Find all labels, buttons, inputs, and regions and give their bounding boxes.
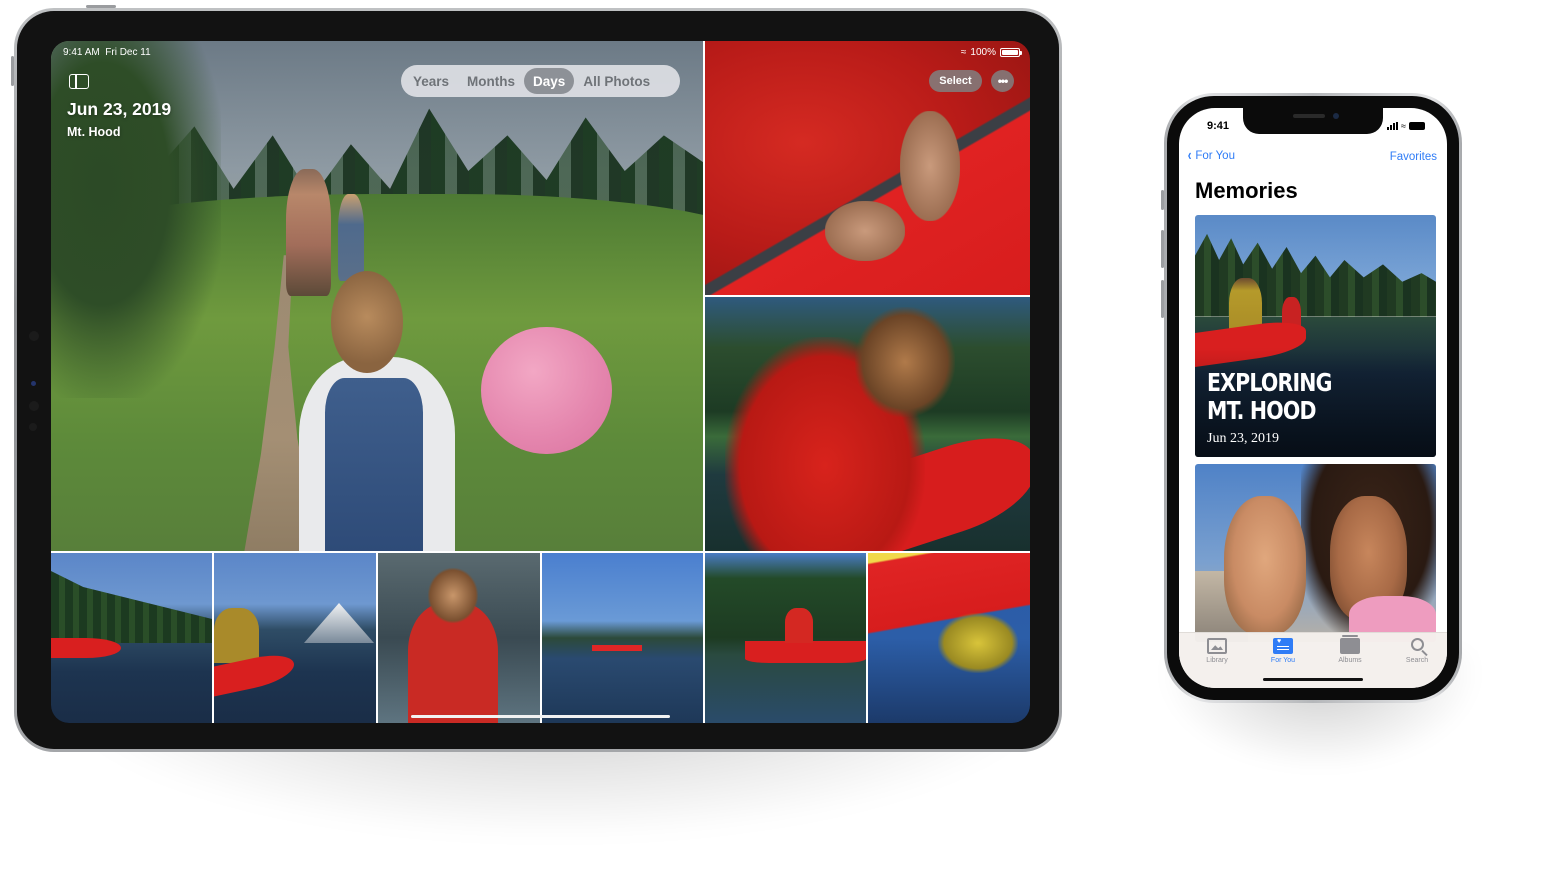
- ellipsis-icon: •••: [997, 74, 1009, 88]
- photo-canoe-far: [592, 645, 642, 651]
- photo-man-yellow: [214, 608, 259, 663]
- photo-girl-head: [331, 270, 404, 373]
- page-title: Memories: [1195, 178, 1298, 203]
- photo-canoe: [745, 641, 866, 663]
- horizontal-scroll-indicator[interactable]: [411, 715, 670, 718]
- ipad-sensor: [29, 401, 39, 411]
- ipad-front-camera: [31, 381, 36, 386]
- photo-canoe: [51, 638, 121, 658]
- albums-icon: [1340, 635, 1360, 654]
- photo-pine-branches: [51, 41, 221, 398]
- photo-woman-red: [785, 608, 813, 643]
- select-button[interactable]: Select: [929, 70, 982, 92]
- photo-thumb-6[interactable]: [868, 553, 1030, 723]
- date-title: Jun 23, 2019: [67, 99, 172, 119]
- home-indicator[interactable]: [1263, 678, 1363, 681]
- photo-hiker-child: [337, 194, 364, 281]
- signal-icon: [1387, 122, 1399, 130]
- photo-reflection: [938, 613, 1018, 673]
- for-you-icon: [1273, 638, 1293, 654]
- favorites-button[interactable]: Favorites: [1390, 151, 1437, 163]
- photo-lake-wide: [542, 553, 703, 723]
- ipad-sensor: [29, 423, 37, 431]
- photo-thumb-1[interactable]: [51, 553, 212, 723]
- front-camera: [1333, 113, 1339, 119]
- tab-bar: Library For You Albums Search: [1179, 632, 1447, 688]
- tab-months[interactable]: Months: [458, 68, 524, 94]
- iphone-status-time: 9:41: [1207, 120, 1230, 132]
- grid-divider: [376, 553, 378, 723]
- tab-all-photos[interactable]: All Photos: [574, 68, 659, 94]
- photo-face-left: [1223, 496, 1306, 635]
- tab-for-you[interactable]: For You: [1255, 638, 1311, 664]
- search-icon-wrap: [1407, 638, 1427, 654]
- photo-hand: [825, 201, 905, 261]
- search-icon: [1410, 638, 1424, 651]
- iphone-screen: 9:41 ≈ ‹ For You Favorites Memories EXPL…: [1179, 108, 1447, 688]
- photo-hand: [900, 111, 960, 221]
- iphone-bezel: 9:41 ≈ ‹ For You Favorites Memories EXPL…: [1167, 96, 1459, 700]
- battery-percent: 100%: [970, 47, 996, 58]
- memory-title-line-2: MT. HOOD: [1207, 396, 1316, 425]
- photo-hiker-adult: [285, 168, 332, 296]
- grid-divider: [866, 553, 868, 723]
- tab-label: For You: [1270, 657, 1296, 664]
- location-title: Mt. Hood: [67, 125, 121, 139]
- view-segmented-control: Years Months Days All Photos: [401, 65, 680, 97]
- back-label: For You: [1195, 150, 1235, 162]
- ipad-status-bar: 9:41 AM Fri Dec 11 ≈ 100%: [51, 45, 1030, 61]
- tab-library[interactable]: Library: [1189, 638, 1245, 664]
- status-date-text: Fri Dec 11: [105, 47, 151, 58]
- wifi-icon: ≈: [960, 47, 967, 58]
- iphone-notch: [1243, 108, 1383, 134]
- iphone-device: 9:41 ≈ ‹ For You Favorites Memories EXPL…: [1164, 93, 1462, 703]
- memory-title-line-1: EXPLORING: [1207, 368, 1332, 397]
- battery-icon: [1000, 48, 1022, 57]
- tab-albums[interactable]: Albums: [1322, 635, 1378, 664]
- ipad-bezel: 9:41 AM Fri Dec 11 ≈ 100% Jun 23, 2019 M…: [17, 11, 1059, 749]
- grid-divider: [540, 553, 542, 723]
- photo-pink-balloon: [481, 326, 612, 455]
- battery-icon: [1409, 122, 1425, 130]
- library-icon: [1207, 638, 1227, 654]
- photo-woman-hair: [855, 307, 955, 417]
- photo-thumb-5[interactable]: [705, 553, 866, 723]
- grid-divider: [703, 41, 705, 723]
- ipad-screen: 9:41 AM Fri Dec 11 ≈ 100% Jun 23, 2019 M…: [51, 41, 1030, 723]
- tab-years[interactable]: Years: [404, 68, 458, 94]
- ipad-device: 9:41 AM Fri Dec 11 ≈ 100% Jun 23, 2019 M…: [14, 8, 1062, 752]
- photo-woman-canoe[interactable]: [705, 297, 1030, 551]
- status-time: 9:41 AM Fri Dec 11: [63, 47, 151, 58]
- ipad-sensor: [29, 331, 39, 341]
- iphone-status-icons: ≈: [1387, 121, 1425, 131]
- status-time-text: 9:41 AM: [63, 47, 100, 58]
- chevron-left-icon: ‹: [1187, 147, 1192, 164]
- tab-days[interactable]: Days: [524, 68, 575, 94]
- sidebar-toggle-icon[interactable]: [69, 74, 89, 89]
- memory-date: Jun 23, 2019: [1207, 431, 1279, 446]
- photo-girl-overalls: [324, 377, 423, 551]
- tab-label: Search: [1405, 657, 1429, 664]
- photo-thumb-2[interactable]: [214, 553, 376, 723]
- photo-thumb-3[interactable]: [378, 553, 540, 723]
- tab-label: Library: [1206, 657, 1228, 664]
- photo-woman-hair: [428, 568, 478, 623]
- photo-thumb-4[interactable]: [542, 553, 703, 723]
- more-button[interactable]: •••: [991, 70, 1014, 92]
- back-button[interactable]: ‹ For You: [1187, 147, 1235, 164]
- status-right: ≈ 100%: [960, 47, 1022, 58]
- wifi-icon: ≈: [1401, 121, 1406, 131]
- memory-card-exploring-mt-hood[interactable]: EXPLORING MT. HOOD Jun 23, 2019: [1195, 215, 1436, 457]
- memory-card-friends[interactable]: [1195, 464, 1436, 642]
- speaker-grille: [1293, 114, 1325, 118]
- tab-search[interactable]: Search: [1389, 638, 1445, 664]
- grid-divider: [705, 295, 1030, 297]
- tab-label: Albums: [1338, 657, 1362, 664]
- memory-title: EXPLORING MT. HOOD: [1207, 369, 1332, 425]
- grid-divider: [212, 553, 214, 723]
